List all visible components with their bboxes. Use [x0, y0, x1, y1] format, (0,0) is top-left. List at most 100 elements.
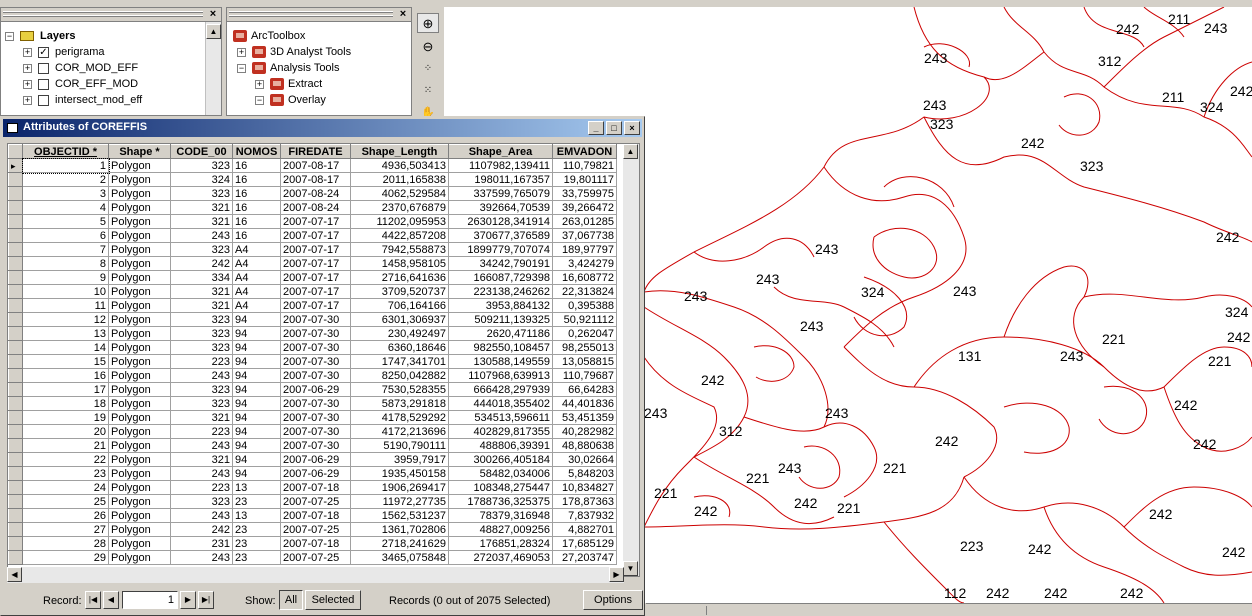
table-cell[interactable]: 6301,306937	[350, 312, 449, 327]
table-cell[interactable]: 11	[22, 298, 109, 313]
table-row[interactable]: 9 Polygon 334 A4 2007-07-17 2716,641636 166087…	[8, 270, 617, 285]
table-cell[interactable]: Polygon	[108, 424, 171, 439]
table-cell[interactable]: 321	[170, 284, 233, 299]
table-cell[interactable]: 94	[232, 424, 281, 439]
table-row[interactable]: 10 Polygon 321 A4 2007-07-17 3709,520737 22313…	[8, 284, 617, 299]
table-row[interactable]: 14 Polygon 323 94 2007-07-30 6360,18646 982550…	[8, 340, 617, 355]
table-cell[interactable]: 176851,28324	[448, 536, 553, 551]
row-selector[interactable]	[8, 368, 23, 383]
table-cell[interactable]: 272037,469053	[448, 550, 553, 565]
table-cell[interactable]: 337599,765079	[448, 186, 553, 201]
layer-checkbox[interactable]	[38, 94, 49, 106]
table-cell[interactable]: 8250,042882	[350, 368, 449, 383]
table-cell[interactable]: 13,058815	[552, 354, 617, 369]
table-cell[interactable]: 94	[232, 438, 281, 453]
prev-record-icon[interactable]: ◀	[103, 591, 119, 609]
table-row[interactable]: 24 Polygon 223 13 2007-07-18 1906,269417 10834…	[8, 480, 617, 495]
table-cell[interactable]: 25	[22, 494, 109, 509]
table-cell[interactable]: A4	[232, 270, 281, 285]
table-row[interactable]: 2 Polygon 324 16 2007-08-17 2011,165838 198011…	[8, 172, 617, 187]
toolbox-item[interactable]: +3D Analyst Tools	[237, 44, 351, 60]
table-cell[interactable]: 300266,405184	[448, 452, 553, 467]
table-cell[interactable]: 323	[170, 382, 233, 397]
scroll-right-icon[interactable]: ▶	[609, 567, 624, 582]
table-cell[interactable]: 94	[232, 368, 281, 383]
table-cell[interactable]: 243	[170, 368, 233, 383]
table-cell[interactable]: 230,492497	[350, 326, 449, 341]
table-cell[interactable]: 28	[22, 536, 109, 551]
layer-checkbox[interactable]: ✓	[38, 46, 49, 58]
row-selector[interactable]	[8, 270, 23, 285]
table-cell[interactable]: Polygon	[108, 172, 171, 187]
table-cell[interactable]: 37,067738	[552, 228, 617, 243]
table-cell[interactable]: Polygon	[108, 522, 171, 537]
table-cell[interactable]: 2007-07-30	[280, 326, 351, 341]
table-cell[interactable]: 2007-07-30	[280, 410, 351, 425]
table-cell[interactable]: 2007-07-30	[280, 396, 351, 411]
row-selector[interactable]	[8, 494, 23, 509]
table-cell[interactable]: Polygon	[108, 354, 171, 369]
table-row[interactable]: 4 Polygon 321 16 2007-08-24 2370,676879 392664…	[8, 200, 617, 215]
table-cell[interactable]: 27	[22, 522, 109, 537]
row-selector[interactable]	[8, 242, 23, 257]
table-cell[interactable]: 6360,18646	[350, 340, 449, 355]
table-cell[interactable]: 4,882701	[552, 522, 617, 537]
toolbox-item[interactable]: + Extract	[255, 76, 322, 92]
row-selector[interactable]	[8, 466, 23, 481]
table-cell[interactable]: 189,97797	[552, 242, 617, 257]
table-cell[interactable]: 24	[22, 480, 109, 495]
row-selector[interactable]	[8, 340, 23, 355]
table-cell[interactable]: 7942,558873	[350, 242, 449, 257]
table-cell[interactable]: 2007-07-30	[280, 368, 351, 383]
table-cell[interactable]: 263,01285	[552, 214, 617, 229]
table-cell[interactable]: 982550,108457	[448, 340, 553, 355]
table-cell[interactable]: 2630128,341914	[448, 214, 553, 229]
table-cell[interactable]: 16	[232, 172, 281, 187]
fixed-zoom-out-icon[interactable]: ⁙	[417, 81, 439, 101]
column-header[interactable]: NOMOS	[232, 144, 281, 159]
toolbox-item[interactable]: − Overlay	[255, 92, 326, 108]
table-cell[interactable]: 242	[170, 256, 233, 271]
scroll-up-icon[interactable]: ▲	[206, 24, 221, 39]
table-cell[interactable]: 39,266472	[552, 200, 617, 215]
table-cell[interactable]: 94	[232, 452, 281, 467]
table-cell[interactable]: 5	[22, 214, 109, 229]
row-selector[interactable]	[8, 438, 23, 453]
next-record-icon[interactable]: ▶	[180, 591, 196, 609]
table-cell[interactable]: Polygon	[108, 438, 171, 453]
table-cell[interactable]: 324	[170, 172, 233, 187]
row-selector[interactable]: ▸	[8, 158, 23, 173]
table-cell[interactable]: 2	[22, 172, 109, 187]
table-row[interactable]: 23 Polygon 243 94 2007-06-29 1935,450158 58482…	[8, 466, 617, 481]
table-cell[interactable]: 3953,884132	[448, 298, 553, 313]
table-cell[interactable]: 2007-07-17	[280, 270, 351, 285]
table-cell[interactable]: 78379,316948	[448, 508, 553, 523]
table-cell[interactable]: 488806,39391	[448, 438, 553, 453]
table-cell[interactable]: Polygon	[108, 466, 171, 481]
table-cell[interactable]: 323	[170, 158, 233, 173]
table-cell[interactable]: 3,424279	[552, 256, 617, 271]
layers-scrollbar[interactable]: ▲	[205, 22, 221, 115]
table-cell[interactable]: 2007-07-17	[280, 214, 351, 229]
table-cell[interactable]: 2007-06-29	[280, 466, 351, 481]
close-icon[interactable]: ×	[207, 8, 219, 20]
layer-checkbox[interactable]	[38, 62, 49, 74]
table-cell[interactable]: Polygon	[108, 298, 171, 313]
table-cell[interactable]: 2007-07-17	[280, 228, 351, 243]
table-cell[interactable]: 243	[170, 228, 233, 243]
table-cell[interactable]: 16	[232, 186, 281, 201]
table-cell[interactable]: 15	[22, 354, 109, 369]
table-cell[interactable]: Polygon	[108, 396, 171, 411]
table-cell[interactable]: 2007-06-29	[280, 452, 351, 467]
table-cell[interactable]: 444018,355402	[448, 396, 553, 411]
table-cell[interactable]: 10,834827	[552, 480, 617, 495]
table-cell[interactable]: 370677,376589	[448, 228, 553, 243]
table-cell[interactable]: 19,801117	[552, 172, 617, 187]
table-cell[interactable]: 66,64283	[552, 382, 617, 397]
table-cell[interactable]: 4178,529292	[350, 410, 449, 425]
table-cell[interactable]: Polygon	[108, 228, 171, 243]
table-row[interactable]: 5 Polygon 321 16 2007-07-17 11202,095953 26301…	[8, 214, 617, 229]
table-cell[interactable]: 110,79821	[552, 158, 617, 173]
table-cell[interactable]: 40,282982	[552, 424, 617, 439]
table-row[interactable]: 25 Polygon 323 23 2007-07-25 11972,27735 17887…	[8, 494, 617, 509]
